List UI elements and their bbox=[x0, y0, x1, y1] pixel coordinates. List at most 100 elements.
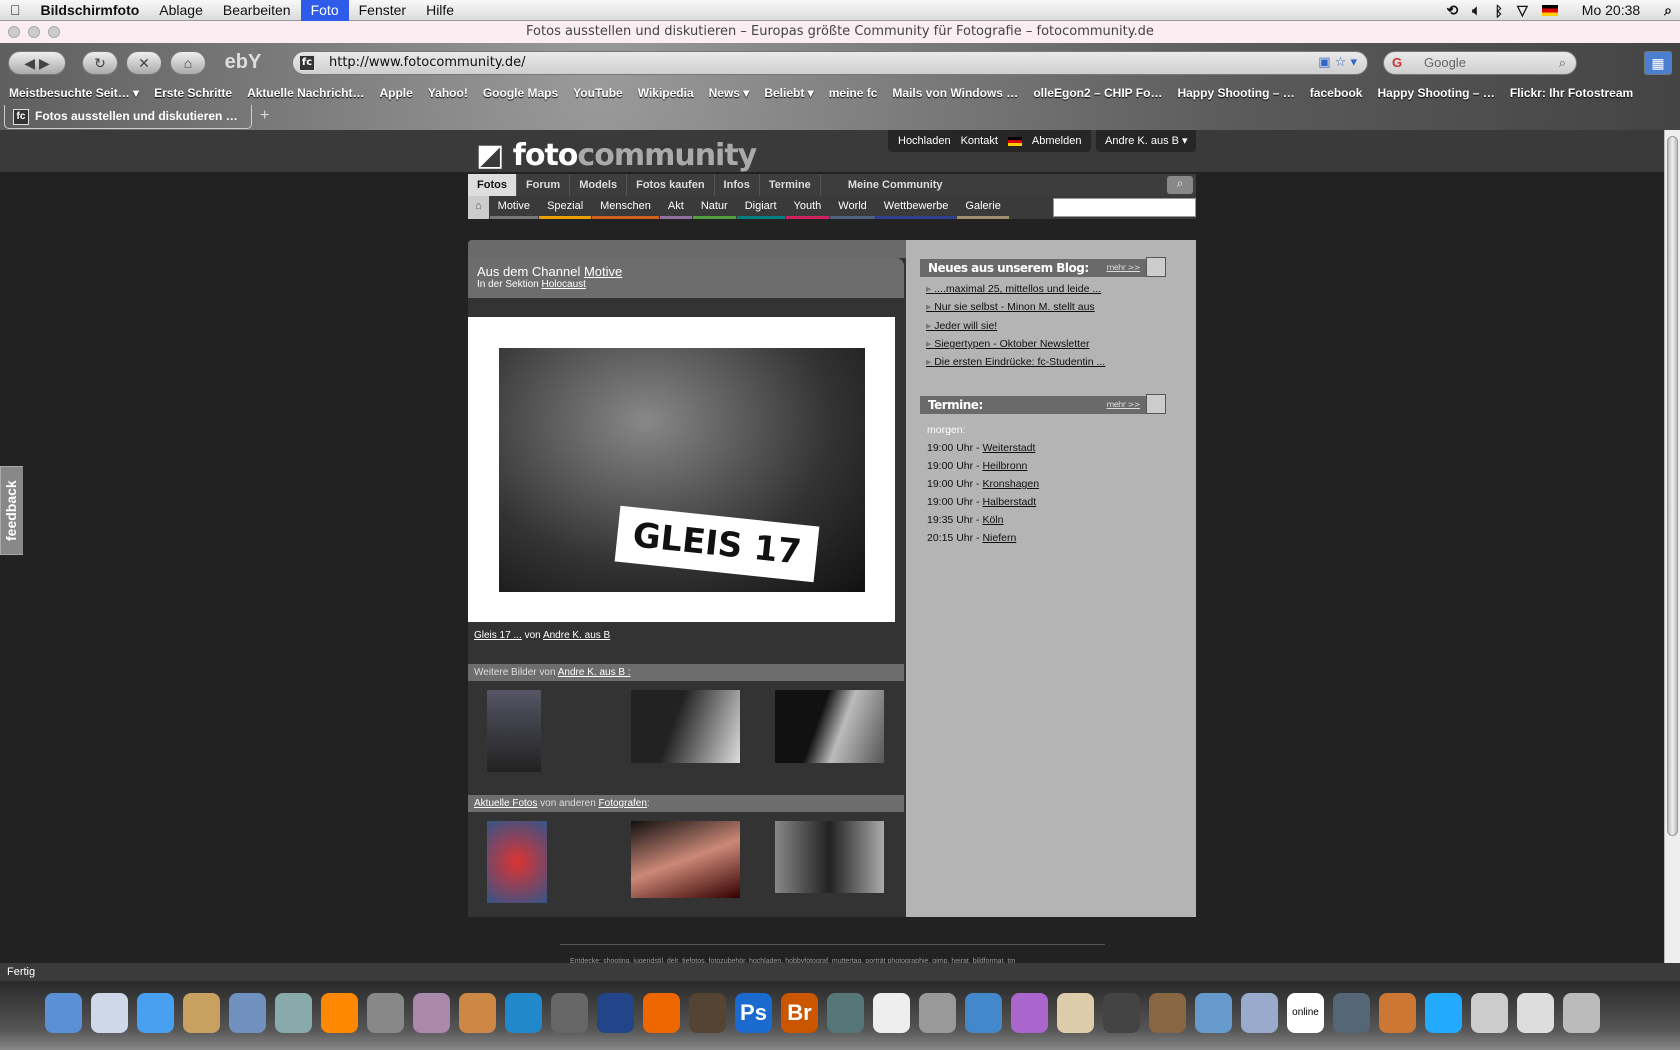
bookmark-item[interactable]: Apple bbox=[379, 83, 412, 103]
photo-thumbnail[interactable] bbox=[775, 821, 884, 893]
photo-thumbnail[interactable] bbox=[487, 690, 541, 772]
channel-link[interactable]: Motive bbox=[584, 264, 622, 279]
dock-app-icon[interactable] bbox=[1517, 993, 1554, 1033]
dock-app-icon[interactable] bbox=[321, 993, 358, 1033]
link-hochladen[interactable]: Hochladen bbox=[898, 135, 951, 147]
nav-item[interactable]: Fotos bbox=[468, 174, 517, 196]
dock-app-icon[interactable] bbox=[1103, 993, 1140, 1033]
dock-app-icon[interactable] bbox=[643, 993, 680, 1033]
dock-app-icon[interactable] bbox=[1149, 993, 1186, 1033]
more-author-link[interactable]: Andre K. aus B : bbox=[558, 667, 631, 678]
channel-nav-item[interactable]: Natur bbox=[692, 196, 736, 219]
dock-app-icon[interactable] bbox=[505, 993, 542, 1033]
bookmark-item[interactable]: olleEgon2 – CHIP Fo… bbox=[1033, 83, 1162, 103]
spotlight-icon[interactable]: ⌕ bbox=[1664, 2, 1672, 19]
dock-app-icon[interactable] bbox=[459, 993, 496, 1033]
bookmark-item[interactable]: facebook bbox=[1310, 83, 1363, 103]
channel-nav-item[interactable]: Akt bbox=[659, 196, 692, 219]
bookmark-item[interactable]: Google Maps bbox=[483, 83, 558, 103]
recent-photos-link[interactable]: Aktuelle Fotos bbox=[474, 798, 537, 809]
bookmark-item[interactable]: Happy Shooting – … bbox=[1177, 83, 1294, 103]
channel-nav-item[interactable]: Wettbewerbe bbox=[875, 196, 957, 219]
photo-thumbnail[interactable] bbox=[775, 690, 884, 763]
menu-bearbeiten[interactable]: Bearbeiten bbox=[213, 0, 301, 21]
photoshop-icon[interactable]: Ps bbox=[735, 993, 772, 1033]
bookmark-item[interactable]: Flickr: Ihr Fotostream bbox=[1510, 83, 1633, 103]
volume-icon[interactable]: 🔈︎ bbox=[1472, 2, 1480, 19]
photographers-link[interactable]: Fotografen bbox=[599, 798, 647, 809]
menu-hilfe[interactable]: Hilfe bbox=[416, 0, 464, 21]
ebay-icon[interactable]: ebY bbox=[220, 51, 266, 75]
flag-de-icon[interactable] bbox=[1541, 5, 1558, 16]
channel-nav-item[interactable]: Spezial bbox=[539, 196, 592, 219]
dock-app-icon[interactable] bbox=[1241, 993, 1278, 1033]
user-menu[interactable]: Andre K. aus B ▾ bbox=[1096, 130, 1196, 152]
nav-item[interactable]: Fotos kaufen bbox=[627, 174, 715, 196]
stop-icon[interactable]: ✕ bbox=[126, 51, 162, 75]
channel-nav-item[interactable]: Youth bbox=[785, 196, 830, 219]
dock-app-icon[interactable] bbox=[597, 993, 634, 1033]
close-window-button[interactable] bbox=[8, 26, 20, 38]
menu-app[interactable]: Bildschirmfoto bbox=[31, 0, 150, 21]
clock[interactable]: Mo 20:38 bbox=[1572, 0, 1650, 21]
nav-item[interactable]: Models bbox=[570, 174, 628, 196]
url-field[interactable]: fc http://www.fotocommunity.de/ ▣ ☆ ▾ bbox=[292, 51, 1368, 75]
bookmark-item[interactable]: Happy Shooting – … bbox=[1377, 83, 1494, 103]
photo-thumbnail[interactable] bbox=[487, 821, 547, 903]
blog-item-link[interactable]: Nur sie selbst - Minon M. stellt aus bbox=[926, 301, 1094, 313]
nav-item[interactable]: Forum bbox=[517, 174, 571, 196]
featured-photo[interactable]: GLEIS 17 bbox=[499, 348, 865, 592]
bookmark-item[interactable]: Yahoo! bbox=[428, 83, 468, 103]
search-magnifier-icon[interactable]: ⌕ bbox=[1167, 176, 1193, 194]
blog-item-link[interactable]: Jeder will sie! bbox=[926, 320, 997, 332]
channel-nav-item[interactable]: World bbox=[830, 196, 875, 219]
search-input[interactable]: G Google ⌕ bbox=[1383, 51, 1577, 75]
site-search-input[interactable] bbox=[1053, 198, 1196, 217]
bookmark-item[interactable]: Mails von Windows … bbox=[892, 83, 1018, 103]
blog-item-link[interactable]: Siegertypen - Oktober Newsletter bbox=[926, 338, 1089, 350]
menu-foto[interactable]: Foto bbox=[300, 0, 349, 21]
back-forward-button[interactable]: ◀ ▶ bbox=[8, 51, 66, 75]
termin-place-link[interactable]: Niefern bbox=[982, 532, 1016, 544]
bookmark-item[interactable]: News ▾ bbox=[709, 83, 750, 103]
scrollbar-thumb[interactable] bbox=[1667, 136, 1678, 836]
dock-app-icon[interactable] bbox=[1471, 993, 1508, 1033]
dock-app-icon[interactable] bbox=[137, 993, 174, 1033]
wifi-icon[interactable]: ▽ bbox=[1517, 2, 1528, 19]
section-link[interactable]: Holocaust bbox=[541, 279, 585, 290]
termin-place-link[interactable]: Weiterstadt bbox=[982, 442, 1035, 454]
photo-title-link[interactable]: Gleis 17 ... bbox=[474, 630, 522, 641]
termin-place-link[interactable]: Kronshagen bbox=[982, 478, 1039, 490]
dock-app-icon[interactable] bbox=[1057, 993, 1094, 1033]
blog-item-link[interactable]: ....maximal 25, mittellos und leide ... bbox=[926, 283, 1101, 295]
dock-app-icon[interactable] bbox=[1011, 993, 1048, 1033]
channel-nav-item[interactable]: Digiart bbox=[736, 196, 785, 219]
dock-app-icon[interactable] bbox=[229, 993, 266, 1033]
dock-app-icon[interactable] bbox=[1379, 993, 1416, 1033]
dock-app-icon[interactable] bbox=[275, 993, 312, 1033]
online-app-icon[interactable]: online bbox=[1287, 993, 1324, 1033]
dock-app-icon[interactable] bbox=[183, 993, 220, 1033]
reload-icon[interactable]: ↻ bbox=[82, 51, 118, 75]
zoom-window-button[interactable] bbox=[48, 26, 60, 38]
search-icon[interactable]: ⌕ bbox=[1559, 52, 1566, 74]
dock-app-icon[interactable] bbox=[1333, 993, 1370, 1033]
grid-icon[interactable]: ▦ bbox=[1644, 51, 1672, 75]
nav-item[interactable]: Termine bbox=[760, 174, 821, 196]
blog-more-link[interactable]: mehr >> bbox=[1106, 259, 1140, 277]
termine-more-link[interactable]: mehr >> bbox=[1106, 396, 1140, 414]
dock-app-icon[interactable] bbox=[413, 993, 450, 1033]
apple-icon[interactable]:  bbox=[0, 0, 31, 21]
dock-app-icon[interactable] bbox=[873, 993, 910, 1033]
channel-nav-item[interactable]: Motive bbox=[489, 196, 539, 219]
bookmark-item[interactable]: Meistbesuchte Seit… ▾ bbox=[9, 83, 139, 103]
nav-item[interactable]: Infos bbox=[715, 174, 760, 196]
bookmark-item[interactable]: meine fc bbox=[829, 83, 878, 103]
channel-nav-item[interactable]: Galerie bbox=[957, 196, 1009, 219]
dock-app-icon[interactable] bbox=[45, 993, 82, 1033]
dock-app-icon[interactable] bbox=[1425, 993, 1462, 1033]
bridge-icon[interactable]: Br bbox=[781, 993, 818, 1033]
fotocommunity-logo[interactable]: ◩ fotocommunity bbox=[476, 138, 757, 173]
dock-app-icon[interactable] bbox=[91, 993, 128, 1033]
home-icon[interactable]: ⌂ bbox=[468, 196, 489, 219]
